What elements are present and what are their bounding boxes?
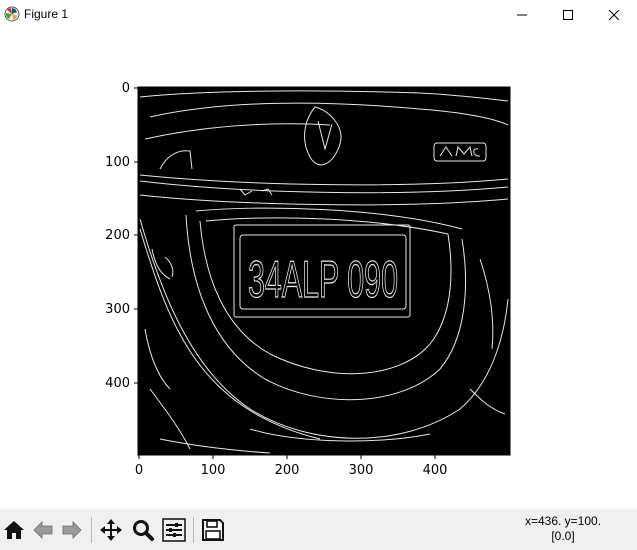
plot-svg: 34ALP 090 0 100 200 300 400 0 100 200 30… bbox=[105, 81, 511, 478]
y-tick-label: 300 bbox=[105, 302, 130, 317]
x-tick-label: 0 bbox=[135, 463, 143, 478]
back-button[interactable] bbox=[29, 515, 57, 545]
x-tick-label: 100 bbox=[201, 463, 226, 478]
minimize-button[interactable] bbox=[499, 0, 545, 29]
matplotlib-logo-icon bbox=[4, 6, 20, 22]
y-tick-label: 100 bbox=[105, 155, 130, 170]
pan-move-icon bbox=[100, 519, 122, 541]
zoom-magnifier-icon bbox=[133, 520, 154, 541]
y-tick-label: 0 bbox=[122, 81, 130, 96]
sliders-icon bbox=[162, 518, 186, 542]
toolbar-separator bbox=[193, 517, 194, 543]
navigation-toolbar: x=436. y=100. [0.0] bbox=[0, 509, 637, 550]
y-tick-label: 400 bbox=[105, 376, 130, 391]
y-tick-label: 200 bbox=[105, 228, 130, 243]
x-tick-label: 200 bbox=[275, 463, 300, 478]
edge-image: 34ALP 090 bbox=[138, 87, 510, 455]
close-icon bbox=[608, 9, 620, 20]
x-tick-label: 400 bbox=[423, 463, 448, 478]
back-arrow-icon bbox=[33, 521, 53, 539]
minimize-icon bbox=[517, 14, 527, 15]
x-tick-label: 300 bbox=[349, 463, 374, 478]
plate-text: 34ALP 090 bbox=[248, 251, 398, 309]
pan-button[interactable] bbox=[97, 515, 125, 545]
forward-button[interactable] bbox=[58, 515, 86, 545]
y-axis: 0 100 200 300 400 bbox=[105, 81, 138, 391]
cursor-value-readout: [0.0] bbox=[551, 529, 575, 543]
cursor-coordinates: x=436. y=100. [0.0] bbox=[503, 514, 623, 544]
title-bar: Figure 1 bbox=[0, 0, 637, 29]
home-button[interactable] bbox=[0, 515, 28, 545]
floppy-disk-icon bbox=[202, 519, 224, 541]
zoom-button[interactable] bbox=[129, 515, 157, 545]
cursor-xy-readout: x=436. y=100. bbox=[524, 514, 602, 528]
maximize-icon bbox=[563, 9, 573, 20]
x-axis: 0 100 200 300 400 bbox=[135, 455, 448, 478]
configure-subplots-button[interactable] bbox=[160, 515, 188, 545]
save-button[interactable] bbox=[199, 515, 227, 545]
maximize-button[interactable] bbox=[545, 0, 591, 29]
figure-canvas[interactable]: 34ALP 090 0 100 200 300 400 0 100 200 30… bbox=[0, 29, 637, 509]
close-button[interactable] bbox=[591, 0, 637, 29]
home-icon bbox=[4, 521, 24, 539]
toolbar-separator bbox=[91, 517, 92, 543]
window-title: Figure 1 bbox=[24, 7, 69, 21]
forward-arrow-icon bbox=[62, 521, 82, 539]
